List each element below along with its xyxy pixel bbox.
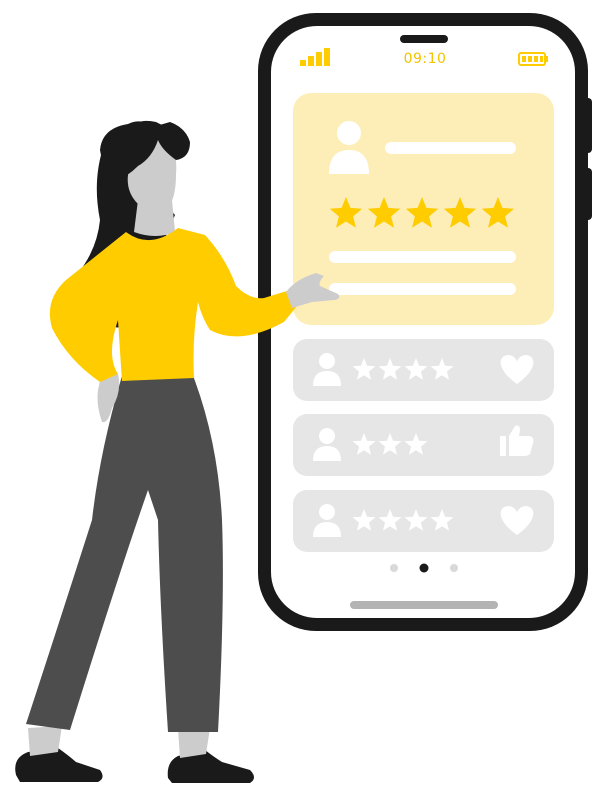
review-text-placeholder	[329, 283, 516, 295]
reviewer-name-placeholder	[385, 142, 516, 154]
left-shoe	[15, 748, 103, 782]
review-card[interactable]	[293, 339, 554, 401]
review-list	[293, 339, 554, 552]
phone-mockup	[258, 13, 592, 631]
phone-speaker	[400, 35, 448, 43]
pants	[26, 373, 223, 732]
left-ankle	[28, 726, 62, 756]
review-card[interactable]	[293, 490, 554, 552]
page-dot[interactable]	[450, 564, 458, 572]
review-card[interactable]	[293, 414, 554, 476]
page-dot[interactable]	[390, 564, 398, 572]
home-indicator[interactable]	[350, 601, 498, 609]
illustration	[15, 13, 592, 783]
review-text-placeholder	[329, 251, 516, 263]
right-ankle	[178, 728, 210, 758]
status-time: 09:10	[403, 51, 447, 67]
featured-review-card[interactable]	[293, 93, 554, 325]
page-dot-active[interactable]	[419, 563, 429, 573]
